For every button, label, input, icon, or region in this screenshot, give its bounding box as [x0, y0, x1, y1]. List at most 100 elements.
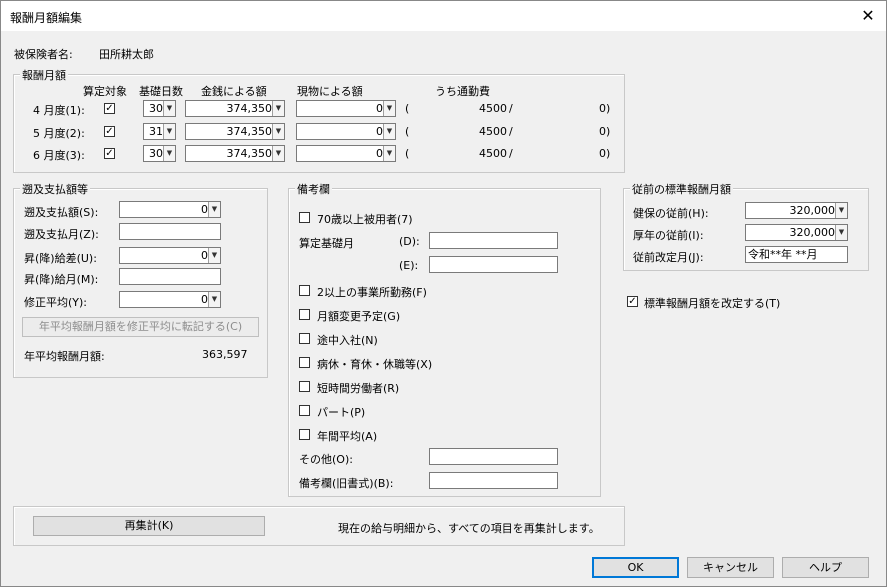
commute-value-6: 4500: [479, 147, 507, 160]
cancel-button[interactable]: キャンセル: [687, 557, 774, 578]
chevron-down-icon[interactable]: ▼: [163, 146, 175, 161]
ok-button[interactable]: OK: [592, 557, 679, 578]
pension-previous-label: 厚年の従前(I):: [633, 229, 704, 242]
paren-open: (: [405, 125, 410, 138]
chevron-down-icon[interactable]: ▼: [383, 124, 395, 139]
retro-month-label: 遡及支払月(Z):: [24, 228, 99, 241]
part-time-label: パート(P): [317, 406, 366, 419]
recalc-button[interactable]: 再集計(K): [33, 516, 265, 536]
chevron-down-icon[interactable]: ▼: [272, 124, 284, 139]
leave-checkbox[interactable]: [299, 357, 310, 368]
salary-group-label: 報酬月額: [20, 67, 68, 83]
revise-standard-checkbox[interactable]: ✓: [627, 296, 638, 307]
cash-combo-6[interactable]: 374,350 ▼: [185, 145, 285, 162]
multi-office-checkbox[interactable]: [299, 285, 310, 296]
base-month-d-field[interactable]: [429, 232, 558, 249]
base-month-e-label: (E):: [399, 259, 419, 272]
retro-amount-combo[interactable]: 0 ▼: [119, 201, 221, 218]
kind-value-6: 0: [376, 147, 383, 160]
insured-label: 被保険者名:: [14, 48, 73, 61]
paren-open: (: [405, 102, 410, 115]
days-combo-4[interactable]: 30 ▼: [143, 100, 176, 117]
kind-value-5: 0: [376, 125, 383, 138]
days-value-6: 30: [149, 147, 163, 160]
header-target: 算定対象: [83, 85, 127, 98]
target-checkbox-5[interactable]: ✓: [104, 126, 115, 137]
commute2-value-5: 0): [599, 125, 611, 138]
help-button[interactable]: ヘルプ: [782, 557, 869, 578]
recalc-description: 現在の給与明細から、すべての項目を再集計します。: [338, 522, 600, 535]
annual-average-label: 年間平均(A): [317, 430, 378, 443]
transfer-button[interactable]: 年平均報酬月額を修正平均に転記する(C): [22, 317, 259, 337]
annual-avg-value: 363,597: [202, 348, 248, 361]
mid-join-checkbox[interactable]: [299, 333, 310, 344]
health-previous-value: 320,000: [789, 204, 836, 217]
corrected-avg-combo[interactable]: 0 ▼: [119, 291, 221, 308]
kind-combo-6[interactable]: 0 ▼: [296, 145, 396, 162]
retro-month-field[interactable]: [119, 223, 221, 240]
target-checkbox-6[interactable]: ✓: [104, 148, 115, 159]
chevron-down-icon[interactable]: ▼: [163, 101, 175, 116]
slash: /: [509, 147, 513, 160]
kind-combo-4[interactable]: 0 ▼: [296, 100, 396, 117]
cash-combo-4[interactable]: 374,350 ▼: [185, 100, 285, 117]
short-time-checkbox[interactable]: [299, 381, 310, 392]
chevron-down-icon[interactable]: ▼: [208, 248, 220, 263]
base-month-e-field[interactable]: [429, 256, 558, 273]
target-checkbox-4[interactable]: ✓: [104, 103, 115, 114]
leave-label: 病休・育休・休職等(X): [317, 358, 433, 371]
change-planned-label: 月額変更予定(G): [317, 310, 401, 323]
retro-amount-label: 遡及支払額(S):: [24, 206, 99, 219]
base-month-d-label: (D):: [399, 235, 420, 248]
chevron-down-icon[interactable]: ▼: [208, 202, 220, 217]
chevron-down-icon[interactable]: ▼: [835, 225, 847, 240]
days-combo-5[interactable]: 31 ▼: [143, 123, 176, 140]
chevron-down-icon[interactable]: ▼: [383, 146, 395, 161]
corrected-avg-value: 0: [201, 293, 208, 306]
raise-month-field[interactable]: [119, 268, 221, 285]
pension-previous-value: 320,000: [789, 226, 836, 239]
chevron-down-icon[interactable]: ▼: [272, 101, 284, 116]
annual-average-checkbox[interactable]: [299, 429, 310, 440]
raise-diff-combo[interactable]: 0 ▼: [119, 247, 221, 264]
old-remarks-field[interactable]: [429, 472, 558, 489]
cash-value-5: 374,350: [226, 125, 273, 138]
corrected-avg-label: 修正平均(Y):: [24, 296, 88, 309]
kind-combo-5[interactable]: 0 ▼: [296, 123, 396, 140]
commute-value-5: 4500: [479, 125, 507, 138]
over70-checkbox[interactable]: [299, 212, 310, 223]
commute2-value-6: 0): [599, 147, 611, 160]
cash-value-6: 374,350: [226, 147, 273, 160]
multi-office-label: 2以上の事業所勤務(F): [317, 286, 427, 299]
base-month-label: 算定基礎月: [299, 237, 354, 250]
title-bar: 報酬月額編集 ✕: [1, 1, 886, 31]
cash-combo-5[interactable]: 374,350 ▼: [185, 123, 285, 140]
raise-diff-label: 昇(降)給差(U):: [24, 252, 97, 265]
chevron-down-icon[interactable]: ▼: [383, 101, 395, 116]
cash-value-4: 374,350: [226, 102, 273, 115]
other-label: その他(O):: [299, 453, 353, 466]
chevron-down-icon[interactable]: ▼: [163, 124, 175, 139]
health-previous-combo[interactable]: 320,000 ▼: [745, 202, 848, 219]
chevron-down-icon[interactable]: ▼: [272, 146, 284, 161]
days-combo-6[interactable]: 30 ▼: [143, 145, 176, 162]
kind-value-4: 0: [376, 102, 383, 115]
change-planned-checkbox[interactable]: [299, 309, 310, 320]
chevron-down-icon[interactable]: ▼: [208, 292, 220, 307]
close-icon[interactable]: ✕: [858, 6, 878, 25]
commute-value-4: 4500: [479, 102, 507, 115]
slash: /: [509, 125, 513, 138]
previous-group-label: 従前の標準報酬月額: [630, 181, 733, 197]
part-time-checkbox[interactable]: [299, 405, 310, 416]
revised-month-field[interactable]: 令和**年 **月: [745, 246, 848, 263]
other-field[interactable]: [429, 448, 558, 465]
short-time-label: 短時間労働者(R): [317, 382, 400, 395]
old-remarks-label: 備考欄(旧書式)(B):: [299, 477, 394, 490]
month-label-5: 5 月度(2):: [33, 127, 85, 140]
pension-previous-combo[interactable]: 320,000 ▼: [745, 224, 848, 241]
health-previous-label: 健保の従前(H):: [633, 207, 709, 220]
over70-label: 70歳以上被用者(7): [317, 213, 413, 226]
chevron-down-icon[interactable]: ▼: [835, 203, 847, 218]
annual-avg-label: 年平均報酬月額:: [24, 350, 105, 363]
header-commute: うち通勤費: [435, 85, 490, 98]
